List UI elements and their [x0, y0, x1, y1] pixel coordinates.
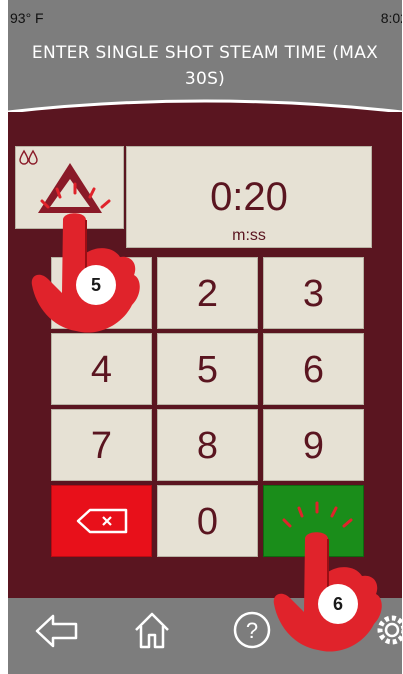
clock: 8:02	[380, 10, 402, 26]
help-icon[interactable]: ?	[232, 610, 272, 650]
backspace-icon	[76, 508, 128, 534]
svg-text:?: ?	[246, 618, 258, 643]
app-screen: 93° F 8:02 ENTER SINGLE SHOT STEAM TIME …	[8, 0, 402, 674]
key-0[interactable]: 0	[157, 485, 258, 557]
step-5-badge: 5	[76, 265, 116, 305]
page-title: ENTER SINGLE SHOT STEAM TIME (MAX 30S)	[31, 43, 379, 89]
home-icon[interactable]	[132, 610, 172, 650]
back-arrow-icon[interactable]	[34, 612, 80, 650]
key-2[interactable]: 2	[157, 257, 258, 329]
backspace-button[interactable]	[51, 485, 152, 557]
key-5[interactable]: 5	[157, 333, 258, 405]
key-7[interactable]: 7	[51, 409, 152, 481]
step-6-badge: 6	[318, 584, 358, 624]
key-3[interactable]: 3	[263, 257, 364, 329]
pointer-hand-icon	[31, 182, 140, 333]
time-display: 0:20 m:ss	[126, 146, 372, 248]
key-9[interactable]: 9	[263, 409, 364, 481]
temperature-readout: 93° F	[10, 10, 44, 26]
pointer-hand-icon	[273, 501, 382, 652]
time-unit: m:ss	[232, 227, 266, 244]
key-6[interactable]: 6	[263, 333, 364, 405]
key-8[interactable]: 8	[157, 409, 258, 481]
time-value: 0:20	[210, 175, 288, 219]
